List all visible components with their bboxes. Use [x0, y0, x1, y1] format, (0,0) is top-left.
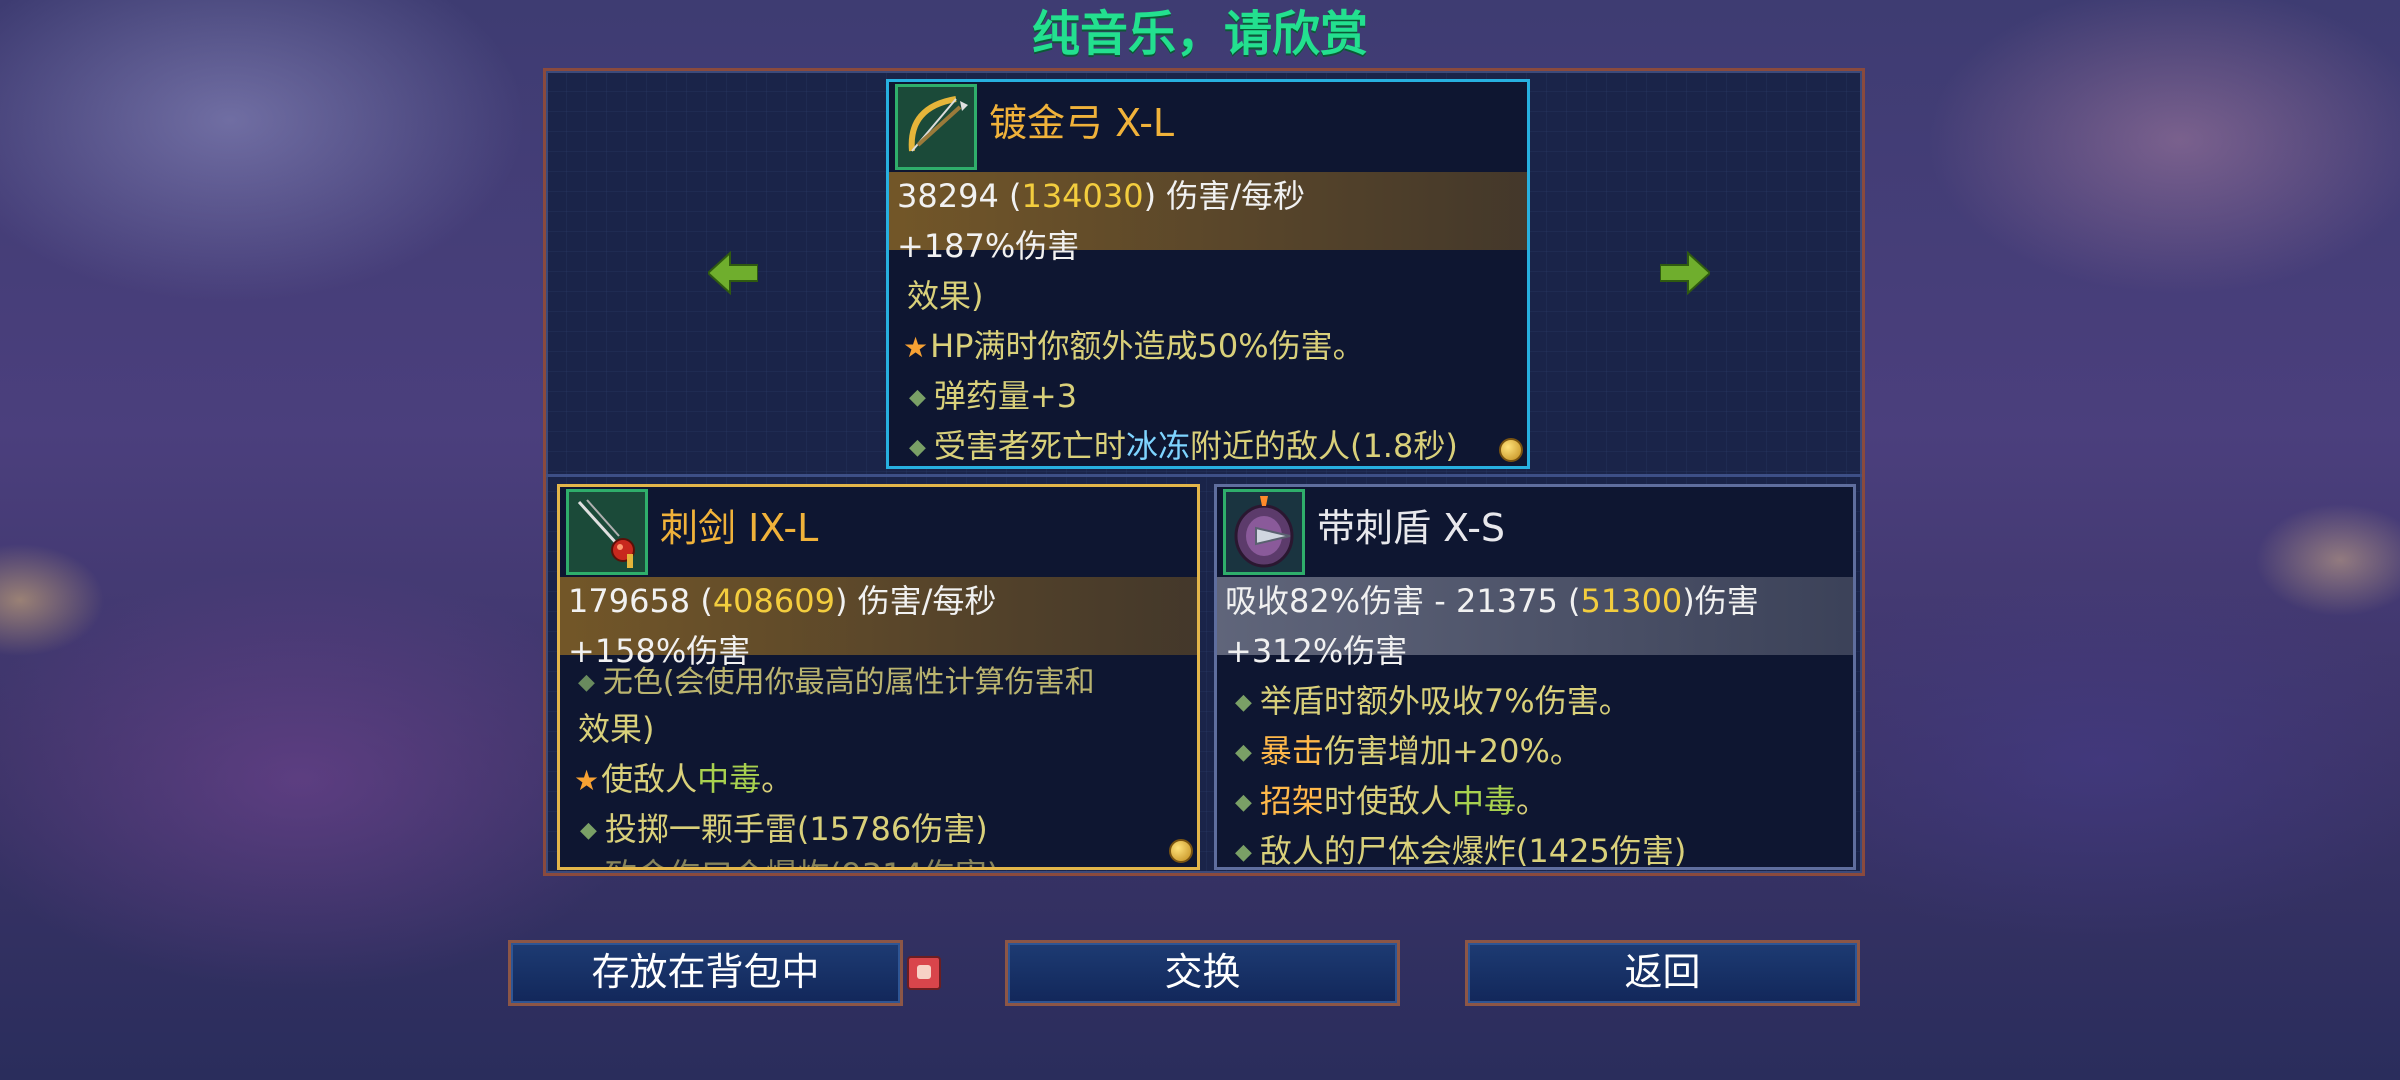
affix-line: ◆ 举盾时额外吸收7%伤害。 — [1235, 682, 1631, 720]
dps-line: 179658 (408609) 伤害/每秒 — [568, 582, 997, 620]
legendary-star-icon: ★ — [574, 764, 600, 797]
dps-suffix: 伤害/每秒 — [1166, 177, 1306, 215]
divider — [546, 474, 1862, 477]
diamond-bullet-icon: ◆ — [1235, 840, 1252, 865]
affix-line: ◆致命伤口会爆炸(9314伤害) — [580, 853, 999, 867]
screen-title: 纯音乐，请欣赏 — [1031, 6, 1368, 62]
gilded-bow-icon — [895, 84, 977, 170]
damage-bonus: +312%伤害 — [1225, 632, 1408, 670]
card-header: 镀金弓 X-L — [889, 82, 1527, 172]
gold-corner-icon — [1499, 438, 1523, 462]
effect-text: 效果) — [578, 710, 655, 748]
spiked-shield-icon — [1223, 489, 1305, 575]
back-button[interactable]: 返回 — [1465, 940, 1860, 1006]
affix-line: ◆ 受害者死亡时冰冻附近的敌人(1.8秒) — [909, 427, 1458, 465]
affix-line: ◆ 投掷一颗手雷(15786伤害) — [580, 810, 988, 848]
item-compare-panel: 镀金弓 X-L 38294 (134030) 伤害/每秒 +187%伤害 效果)… — [543, 68, 1865, 876]
item-name: 刺剑 IX-L — [660, 506, 819, 550]
effect-text: ◆ 无色(会使用你最高的属性计算伤害和 — [578, 665, 1095, 700]
dps-value: 179658 — [568, 582, 691, 620]
affix-line: ◆ 敌人的尸体会爆炸(1425伤害) — [1235, 832, 1687, 870]
gold-corner-icon — [1169, 839, 1193, 863]
diamond-bullet-icon: ◆ — [580, 864, 597, 867]
arrow-right-icon[interactable] — [1660, 251, 1710, 295]
diamond-bullet-icon: ◆ — [909, 435, 926, 460]
diamond-bullet-icon: ◆ — [1235, 690, 1252, 715]
absorb-line: 吸收82%伤害 - 21375 (51300)伤害 — [1225, 582, 1759, 620]
affix-line: ◆ 暴击伤害增加+20%。 — [1235, 732, 1582, 770]
affix-line: ◆ 弹药量+3 — [909, 377, 1078, 415]
backpack-icon — [907, 956, 941, 990]
compare-shield-card[interactable]: 带刺盾 X-S 吸收82%伤害 - 21375 (51300)伤害 +312%伤… — [1214, 484, 1856, 870]
effect-text: 效果) — [907, 277, 984, 315]
absorb-max-value: 51300 — [1580, 582, 1683, 620]
diamond-bullet-icon: ◆ — [1235, 740, 1252, 765]
compare-weapon-card[interactable]: 刺剑 IX-L 179658 (408609) 伤害/每秒 +158%伤害 ◆ 无… — [557, 484, 1200, 870]
diamond-bullet-icon: ◆ — [909, 385, 926, 410]
legendary-star-icon: ★ — [903, 331, 929, 364]
dps-suffix: 伤害/每秒 — [857, 582, 997, 620]
current-item-card: 镀金弓 X-L 38294 (134030) 伤害/每秒 +187%伤害 效果)… — [886, 79, 1530, 469]
card-header: 刺剑 IX-L — [560, 487, 1197, 577]
damage-bonus: +187%伤害 — [897, 227, 1080, 265]
dps-value: 38294 — [897, 177, 999, 215]
rapier-icon — [566, 489, 648, 575]
diamond-bullet-icon: ◆ — [580, 818, 597, 843]
diamond-bullet-icon: ◆ — [1235, 790, 1252, 815]
card-header: 带刺盾 X-S — [1217, 487, 1853, 577]
arrow-left-icon[interactable] — [708, 251, 758, 295]
dps-max-value: 408609 — [712, 582, 835, 620]
item-name: 带刺盾 X-S — [1317, 506, 1506, 550]
dps-line: 38294 (134030) 伤害/每秒 — [897, 177, 1306, 215]
dps-max-value: 134030 — [1021, 177, 1144, 215]
affix-line: ★使敌人中毒。 — [574, 760, 794, 798]
store-in-backpack-button[interactable]: 存放在背包中 — [508, 940, 903, 1006]
diamond-bullet-icon: ◆ — [578, 670, 595, 695]
swap-button[interactable]: 交换 — [1005, 940, 1400, 1006]
item-name: 镀金弓 X-L — [989, 101, 1175, 145]
affix-line: ★HP满时你额外造成50%伤害。 — [903, 327, 1365, 365]
affix-line: ◆ 招架时使敌人中毒。 — [1235, 782, 1548, 820]
